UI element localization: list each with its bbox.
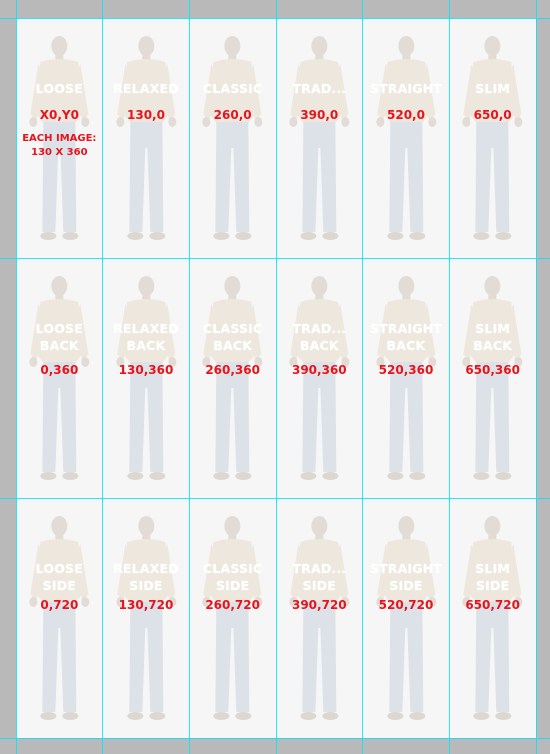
sprite-cell[interactable]: STRAIGHT BACK 520,360	[362, 258, 450, 498]
view-label: RELAXED SIDE	[113, 561, 179, 593]
coordinate-label: 260,360	[205, 363, 260, 377]
person-figure-icon	[289, 516, 350, 720]
sprite-cell[interactable]: SLIM SIDE 650,720	[449, 498, 536, 738]
coordinate-label: 650,720	[465, 598, 520, 612]
coordinate-label: 520,0	[387, 108, 425, 122]
coordinate-label: 650,0	[473, 108, 512, 122]
view-label: TRAD... SIDE	[292, 561, 347, 593]
sprite-cell[interactable]: STRAIGHT 520,0	[362, 18, 450, 258]
person-figure-icon	[202, 276, 263, 480]
coordinate-label: 650,360	[465, 363, 520, 377]
view-label: TRAD... BACK	[292, 321, 347, 353]
coordinate-label: 260,0	[213, 108, 252, 122]
view-label: LOOSE	[35, 81, 83, 96]
sprite-cell[interactable]: STRAIGHT SIDE 520,720	[362, 498, 450, 738]
person-figure-icon	[115, 516, 176, 720]
coordinate-label: 130,360	[118, 363, 174, 377]
person-figure-icon	[375, 276, 436, 480]
person-figure-icon	[202, 36, 263, 240]
view-label: STRAIGHT SIDE	[369, 561, 443, 593]
view-label: RELAXED	[113, 81, 179, 96]
person-figure-icon	[289, 276, 350, 480]
view-label: STRAIGHT	[369, 81, 443, 96]
person-figure-icon	[375, 36, 436, 240]
view-label: CLASSIC SIDE	[202, 561, 263, 593]
person-figure-icon	[115, 276, 176, 480]
person-figure-icon	[115, 36, 176, 240]
coordinate-label: X0,Y0	[39, 108, 79, 122]
person-figure-icon	[462, 516, 523, 720]
sprite-cell[interactable]: TRAD... 390,0	[275, 18, 363, 258]
view-label: CLASSIC	[202, 81, 263, 96]
coordinate-label: 520,360	[378, 363, 434, 377]
view-label: RELAXED BACK	[113, 321, 179, 353]
coordinate-label: 520,720	[378, 598, 434, 612]
vertical-guide[interactable]	[276, 0, 277, 754]
view-label: LOOSE BACK	[35, 321, 83, 353]
view-label: SLIM SIDE	[475, 561, 511, 593]
sprite-cell[interactable]: RELAXED BACK 130,360	[102, 258, 190, 498]
vertical-guide[interactable]	[16, 0, 17, 754]
coordinate-label: 130,0	[127, 108, 165, 122]
sprite-cell[interactable]: RELAXED 130,0	[102, 18, 190, 258]
view-label: CLASSIC BACK	[202, 321, 263, 353]
horizontal-guide[interactable]	[0, 738, 550, 739]
sprite-cell[interactable]: TRAD... BACK 390,360	[275, 258, 363, 498]
view-label: LOOSE SIDE	[35, 561, 83, 593]
sprite-cell[interactable]: LOOSE BACK 0,360	[16, 258, 103, 498]
sprite-cell[interactable]: SLIM 650,0	[449, 18, 536, 258]
coordinate-label: 390,360	[291, 363, 347, 377]
person-figure-icon	[375, 516, 436, 720]
person-figure-icon	[202, 516, 263, 720]
sprite-cell[interactable]: CLASSIC BACK 260,360	[189, 258, 276, 498]
coordinate-label: 0,360	[40, 363, 79, 377]
view-label: SLIM BACK	[473, 321, 513, 353]
person-figure-icon	[462, 276, 523, 480]
view-label: SLIM	[475, 81, 511, 96]
person-figure-icon	[29, 516, 90, 720]
vertical-guide[interactable]	[362, 0, 363, 754]
person-figure-icon	[29, 276, 90, 480]
vertical-guide[interactable]	[536, 0, 537, 754]
vertical-guide[interactable]	[189, 0, 190, 754]
sprite-cell[interactable]: LOOSE SIDE 0,720	[16, 498, 103, 738]
image-size-note: EACH IMAGE: 130 X 360	[22, 133, 97, 158]
coordinate-label: 390,720	[291, 598, 347, 612]
coordinate-label: 390,0	[300, 108, 339, 122]
horizontal-guide[interactable]	[0, 258, 550, 259]
vertical-guide[interactable]	[102, 0, 103, 754]
horizontal-guide[interactable]	[0, 18, 550, 19]
person-figure-icon	[289, 36, 350, 240]
vertical-guide[interactable]	[449, 0, 450, 754]
view-label: STRAIGHT BACK	[369, 321, 443, 353]
sprite-cell[interactable]: CLASSIC SIDE 260,720	[189, 498, 276, 738]
sprite-cell[interactable]: RELAXED SIDE 130,720	[102, 498, 190, 738]
sprite-cell[interactable]: SLIM BACK 650,360	[449, 258, 536, 498]
coordinate-label: 260,720	[205, 598, 260, 612]
sprite-cell[interactable]: CLASSIC 260,0	[189, 18, 276, 258]
horizontal-guide[interactable]	[0, 498, 550, 499]
coordinate-label: 0,720	[40, 598, 79, 612]
view-label: TRAD...	[292, 81, 347, 96]
sprite-cell[interactable]: LOOSE X0,Y0 EACH IMAGE: 130 X 360	[16, 18, 103, 258]
sprite-cell[interactable]: TRAD... SIDE 390,720	[275, 498, 363, 738]
coordinate-label: 130,720	[118, 598, 174, 612]
person-figure-icon	[462, 36, 523, 240]
